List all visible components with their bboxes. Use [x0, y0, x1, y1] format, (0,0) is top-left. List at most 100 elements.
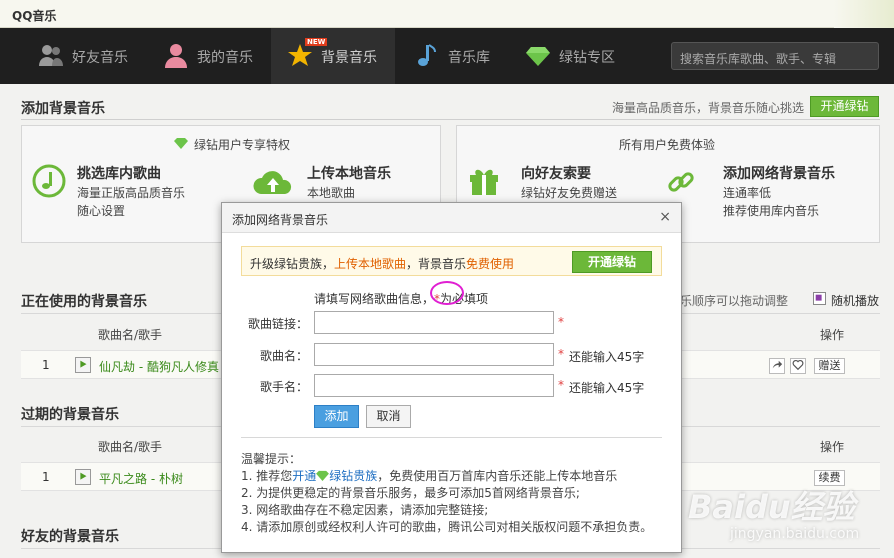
col-header-action: 操作: [820, 440, 845, 454]
shuffle-checkbox[interactable]: [813, 292, 826, 305]
watermark-brand: Baidu经验: [688, 488, 855, 526]
check-icon: [815, 294, 822, 301]
top-nav: 好友音乐 我的音乐 NEW 背景音乐 音乐库 绿钻专区 搜索音乐库歌曲、歌手、专…: [0, 28, 894, 84]
promo-text: 升级绿钻贵族，上传本地歌曲，背景音乐免费使用: [250, 255, 514, 272]
open-green-diamond-button[interactable]: 开通绿钻: [810, 96, 879, 117]
required-mark: *: [558, 347, 564, 361]
feature-title[interactable]: 上传本地音乐: [307, 163, 391, 183]
feature-title[interactable]: 向好友索要: [521, 163, 591, 183]
vip-box-header: 绿钻用户专享特权: [194, 138, 291, 152]
tip-prefix: 1. 推荐您: [241, 469, 293, 483]
favorite-button[interactable]: [790, 358, 806, 374]
tip-vip-link[interactable]: 绿钻贵族: [329, 469, 377, 483]
field-label-song-name: 歌曲名：: [259, 349, 308, 363]
section-divider: [21, 119, 880, 120]
play-button[interactable]: [75, 469, 91, 485]
required-mark: *: [558, 315, 564, 329]
tip-line: 2. 为提供更稳定的背景音乐服务，最多可添加5首网络背景音乐;: [241, 486, 580, 500]
promo-middle: ，背景音乐: [406, 257, 467, 271]
col-header-action: 操作: [820, 328, 845, 342]
nav-item-green-diamond[interactable]: 绿钻专区: [525, 28, 635, 84]
drag-order-hint: 乐顺序可以拖动调整: [680, 294, 789, 308]
nav-label: 我的音乐: [197, 50, 253, 66]
char-count-hint: 还能输入45字: [569, 350, 645, 364]
feature-title[interactable]: 挑选库内歌曲: [77, 163, 161, 183]
play-button[interactable]: [75, 357, 91, 373]
nav-item-friends-music[interactable]: 好友音乐: [38, 28, 148, 84]
cancel-button[interactable]: 取消: [366, 405, 411, 428]
singer-name-input[interactable]: [314, 374, 554, 397]
heart-icon: [792, 359, 804, 371]
close-icon[interactable]: ×: [659, 209, 671, 225]
search-placeholder: 搜索音乐库歌曲、歌手、专辑: [680, 52, 837, 66]
search-input[interactable]: 搜索音乐库歌曲、歌手、专辑: [671, 42, 879, 70]
nav-item-background-music[interactable]: NEW 背景音乐: [271, 28, 395, 84]
add-section-slogan: 海量高品质音乐，背景音乐随心挑选: [612, 101, 805, 115]
feature-line: 推荐使用库内音乐: [723, 204, 820, 218]
tip-line: 4. 请添加原创或经权利人许可的歌曲，腾讯公司对相关版权问题不承担负责。: [241, 520, 653, 534]
col-header-song: 歌曲名/歌手: [98, 328, 163, 342]
promo-open-button[interactable]: 开通绿钻: [572, 251, 652, 273]
link-chain-icon: [668, 172, 694, 192]
feature-line: 海量正版高品质音乐: [77, 186, 186, 200]
tip-line: 3. 网络歌曲存在不稳定因素，请添加完整链接;: [241, 503, 489, 517]
nav-item-my-music[interactable]: 我的音乐: [163, 28, 273, 84]
song-name-input[interactable]: [314, 343, 554, 366]
tips-title: 温馨提示：: [241, 452, 302, 466]
add-section-title: 添加背景音乐: [21, 101, 105, 117]
diamond-icon: [174, 138, 188, 149]
upload-cloud-icon: [253, 171, 292, 194]
app-title: QQ音乐: [12, 9, 57, 23]
feature-title[interactable]: 添加网络背景音乐: [723, 163, 835, 183]
upgrade-promo-bar: 升级绿钻贵族，上传本地歌曲，背景音乐免费使用 开通绿钻: [241, 246, 662, 276]
promo-free-link[interactable]: 免费使用: [466, 257, 514, 271]
tip-line: 1. 推荐您开通 绿钻贵族，免费使用百万首库内音乐还能上传本地音乐: [241, 468, 652, 485]
shuffle-label: 随机播放: [831, 294, 880, 308]
char-count-hint: 还能输入45字: [569, 381, 645, 395]
nav-label: 好友音乐: [72, 50, 128, 66]
select-song-icon: [32, 164, 66, 198]
tip-suffix: ，免费使用百万首库内音乐还能上传本地音乐: [377, 469, 618, 483]
title-bar-decoration: [834, 0, 894, 28]
play-icon: [80, 360, 87, 368]
nav-label: 绿钻专区: [559, 50, 615, 66]
promo-upload-link[interactable]: 上传本地歌曲: [334, 257, 406, 271]
feature-line: 随心设置: [77, 204, 126, 218]
current-section-title: 正在使用的背景音乐: [21, 294, 147, 310]
nav-label: 音乐库: [448, 50, 490, 66]
diamond-icon: [526, 47, 550, 66]
tips-block: 温馨提示： 1. 推荐您开通 绿钻贵族，免费使用百万首库内音乐还能上传本地音乐 2…: [241, 451, 652, 536]
nav-item-music-library[interactable]: 音乐库: [414, 28, 514, 84]
friends-icon: [39, 45, 63, 66]
feature-line: 连通率低: [723, 186, 772, 200]
highlight-circle: [430, 281, 464, 305]
feature-line: 绿钻好友免费赠送: [521, 186, 618, 200]
friends-section-title: 好友的背景音乐: [21, 529, 119, 545]
col-header-song: 歌曲名/歌手: [98, 440, 163, 454]
song-title-link[interactable]: 平凡之路 - 朴树: [99, 470, 183, 487]
dialog-header: 添加网络背景音乐 ×: [222, 203, 681, 233]
field-label-singer-name: 歌手名：: [259, 380, 308, 394]
nav-label: 背景音乐: [321, 50, 377, 66]
watermark-url: jingyan.baidu.com: [730, 526, 860, 542]
feature-line: 本地歌曲: [307, 186, 356, 200]
add-button[interactable]: 添加: [314, 405, 359, 428]
gift-song-button[interactable]: 赠送: [814, 358, 845, 374]
share-button[interactable]: [769, 358, 785, 374]
tip-open-link[interactable]: 开通: [292, 469, 316, 483]
song-link-input[interactable]: [314, 311, 554, 334]
dialog-title: 添加网络背景音乐: [232, 213, 329, 227]
promo-prefix: 升级绿钻贵族，: [250, 257, 335, 271]
field-label-song-link: 歌曲链接：: [247, 317, 308, 331]
free-box-header: 所有用户免费体验: [619, 138, 716, 152]
music-note-icon: [418, 44, 436, 66]
gift-icon: [470, 169, 498, 195]
song-title-link[interactable]: 仙凡劫 - 酷狗凡人修真: [99, 358, 219, 375]
row-index: 1: [42, 470, 50, 484]
baidu-watermark: Baidu经验 jingyan.baidu.com: [686, 478, 886, 554]
new-badge: NEW: [305, 38, 328, 46]
title-bar: QQ音乐: [0, 0, 894, 28]
play-icon: [80, 472, 87, 480]
row-index: 1: [42, 358, 50, 372]
dialog-divider: [241, 437, 662, 438]
